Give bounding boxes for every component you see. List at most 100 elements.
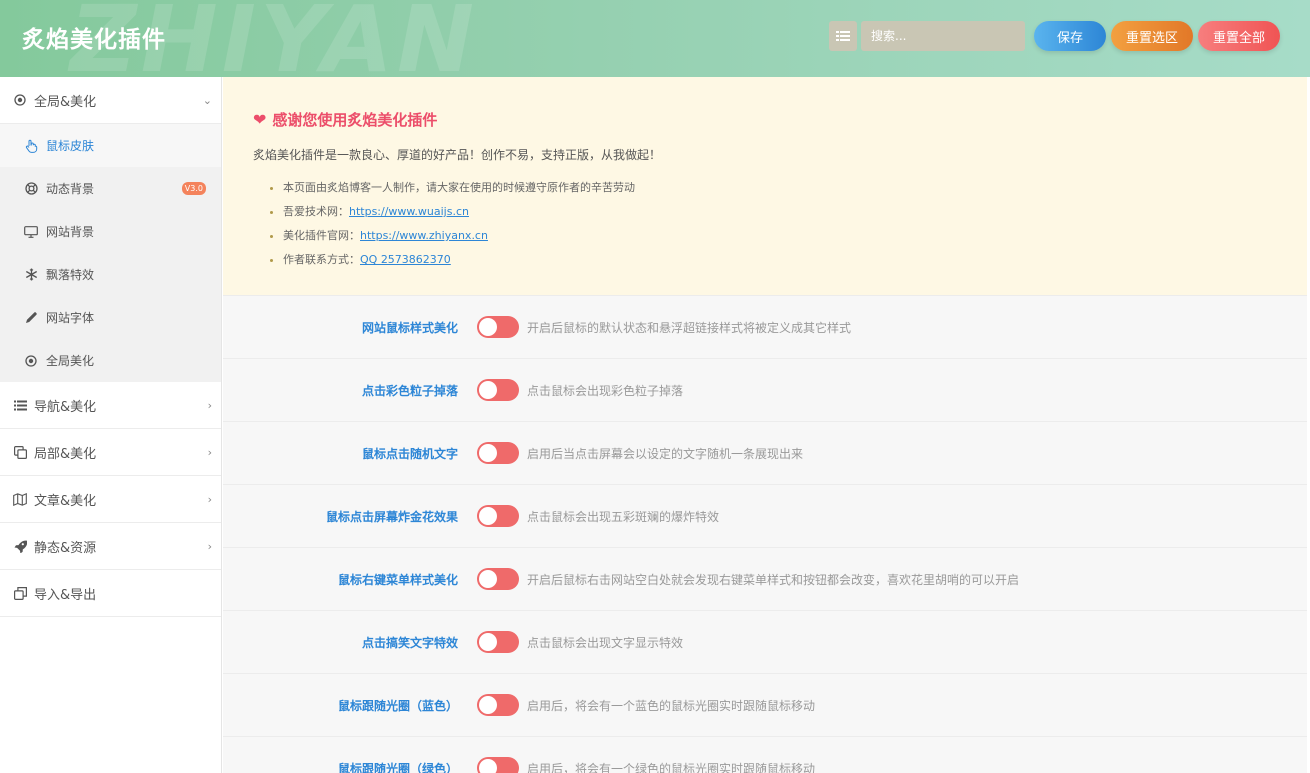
- header-toolbar: 保存 重置选区 重置全部: [829, 21, 1280, 51]
- toggle-knob: [479, 381, 497, 399]
- notice-panel: ❤ 感谢您使用炙焰美化插件 炙焰美化插件是一款良心、厚道的好产品！创作不易，支持…: [223, 77, 1307, 296]
- sidebar-item-label: 网站字体: [46, 311, 95, 325]
- notice-item: 本页面由炙焰博客一人制作，请大家在使用的时候遵守原作者的辛苦劳动: [283, 176, 1307, 200]
- setting-label: 鼠标点击屏幕炸金花效果: [325, 509, 458, 524]
- qq-contact-link[interactable]: QQ 2573862370: [360, 253, 451, 266]
- sidebar-section-nav[interactable]: 导航&美化 ›: [0, 382, 221, 429]
- snowflake-icon: [24, 268, 38, 281]
- setting-description: 开启后鼠标的默认状态和悬浮超链接样式将被定义成其它样式: [527, 320, 852, 335]
- sidebar-section-global[interactable]: 全局&美化 ⌄: [0, 77, 221, 124]
- sidebar-item-label: 网站背景: [46, 225, 95, 239]
- setting-row: 鼠标跟随光圈（蓝色） 启用后，将会有一个蓝色的鼠标光圈实时跟随鼠标移动: [223, 674, 1307, 737]
- setting-toggle[interactable]: [477, 316, 519, 338]
- setting-description: 点击鼠标会出现彩色粒子掉落: [527, 383, 684, 398]
- chevron-right-icon: ›: [207, 398, 212, 412]
- toggle-knob: [479, 444, 497, 462]
- toggle-knob: [479, 633, 497, 651]
- notice-item: 美化插件官网：https://www.zhiyanx.cn: [283, 224, 1307, 248]
- toggle-knob: [479, 759, 497, 773]
- search-input[interactable]: [871, 29, 1015, 43]
- toggle-knob: [479, 696, 497, 714]
- heart-icon: ❤: [253, 110, 267, 129]
- sidebar-section-partial[interactable]: 局部&美化 ›: [0, 429, 221, 476]
- setting-toggle[interactable]: [477, 631, 519, 653]
- setting-row: 鼠标点击屏幕炸金花效果 点击鼠标会出现五彩斑斓的爆炸特效: [223, 485, 1307, 548]
- setting-label: 鼠标点击随机文字: [361, 446, 458, 461]
- setting-label: 点击搞笑文字特效: [361, 635, 458, 650]
- setting-label: 网站鼠标样式美化: [361, 320, 458, 335]
- copy-icon: [12, 445, 28, 459]
- life-ring-icon: [24, 182, 38, 195]
- sidebar-item-mouse-skin[interactable]: 鼠标皮肤: [0, 124, 221, 167]
- setting-label: 鼠标跟随光圈（蓝色）: [337, 698, 458, 713]
- list-icon: [836, 31, 850, 41]
- rocket-icon: [12, 540, 28, 553]
- sidebar-section-article[interactable]: 文章&美化 ›: [0, 476, 221, 523]
- setting-label: 点击彩色粒子掉落: [361, 383, 458, 398]
- toggle-knob: [479, 318, 497, 336]
- notice-item: 吾爱技术网：https://www.wuaijs.cn: [283, 200, 1307, 224]
- notice-title: ❤ 感谢您使用炙焰美化插件: [253, 109, 1307, 130]
- hand-pointer-icon: [24, 139, 38, 153]
- notice-intro: 炙焰美化插件是一款良心、厚道的好产品！创作不易，支持正版，从我做起！: [253, 148, 662, 162]
- notice-item-text: 吾爱技术网：: [283, 205, 349, 218]
- notice-title-text: 感谢您使用炙焰美化插件: [272, 111, 438, 129]
- setting-toggle[interactable]: [477, 568, 519, 590]
- setting-description: 启用后当点击屏幕会以设定的文字随机一条展现出来: [527, 446, 804, 461]
- toggle-knob: [479, 570, 497, 588]
- sidebar-item-label: 飘落特效: [46, 268, 95, 282]
- toggle-knob: [479, 507, 497, 525]
- sidebar-item-dynamic-bg[interactable]: 动态背景 V3.0: [0, 167, 221, 210]
- setting-toggle[interactable]: [477, 505, 519, 527]
- setting-row: 网站鼠标样式美化 开启后鼠标的默认状态和悬浮超链接样式将被定义成其它样式: [223, 296, 1307, 359]
- sidebar-item-falling-effect[interactable]: 飘落特效: [0, 253, 221, 296]
- sidebar-item-label: 鼠标皮肤: [46, 139, 95, 153]
- setting-row: 鼠标点击随机文字 启用后当点击屏幕会以设定的文字随机一条展现出来: [223, 422, 1307, 485]
- setting-label: 鼠标跟随光圈（绿色）: [337, 761, 458, 773]
- setting-toggle[interactable]: [477, 442, 519, 464]
- notice-item-text: 美化插件官网：: [283, 229, 360, 242]
- save-button[interactable]: 保存: [1034, 21, 1106, 51]
- setting-description: 开启后鼠标右击网站空白处就会发现右键菜单样式和按钮都会改变，喜欢花里胡哨的可以开…: [527, 572, 1020, 587]
- sidebar: 全局&美化 ⌄ 鼠标皮肤 动态背景 V3.0 网站背景 飘落特效 网站字体 全局…: [0, 77, 222, 773]
- reset-all-button[interactable]: 重置全部: [1198, 21, 1280, 51]
- setting-toggle[interactable]: [477, 694, 519, 716]
- circle-dot-icon: [24, 354, 38, 367]
- setting-row: 鼠标右键菜单样式美化 开启后鼠标右击网站空白处就会发现右键菜单样式和按钮都会改变…: [223, 548, 1307, 611]
- notice-item-text: 作者联系方式：: [283, 253, 360, 266]
- notice-item: 作者联系方式：QQ 2573862370: [283, 248, 1307, 272]
- sidebar-item-label: 全局美化: [46, 354, 95, 368]
- chevron-right-icon: ›: [207, 539, 212, 553]
- setting-description: 启用后，将会有一个绿色的鼠标光圈实时跟随鼠标移动: [527, 761, 816, 773]
- setting-toggle[interactable]: [477, 757, 519, 773]
- expand-menu-button[interactable]: [829, 21, 857, 51]
- sidebar-section-import-export[interactable]: 导入&导出: [0, 570, 221, 617]
- sidebar-section-label: 局部&美化: [34, 446, 97, 462]
- main-content: ❤ 感谢您使用炙焰美化插件 炙焰美化插件是一款良心、厚道的好产品！创作不易，支持…: [223, 77, 1307, 773]
- setting-row: 鼠标跟随光圈（绿色） 启用后，将会有一个绿色的鼠标光圈实时跟随鼠标移动: [223, 737, 1307, 773]
- sidebar-subitems: 鼠标皮肤 动态背景 V3.0 网站背景 飘落特效 网站字体 全局美化: [0, 124, 221, 382]
- monitor-icon: [24, 225, 38, 238]
- chevron-right-icon: ›: [207, 492, 212, 506]
- setting-label: 鼠标右键菜单样式美化: [337, 572, 458, 587]
- sidebar-item-site-bg[interactable]: 网站背景: [0, 210, 221, 253]
- sidebar-item-site-font[interactable]: 网站字体: [0, 296, 221, 339]
- pencil-icon: [24, 311, 38, 324]
- search-box: [861, 21, 1025, 51]
- sidebar-section-static[interactable]: 静态&资源 ›: [0, 523, 221, 570]
- zhiyanx-link[interactable]: https://www.zhiyanx.cn: [360, 229, 488, 242]
- setting-row: 点击搞笑文字特效 点击鼠标会出现文字显示特效: [223, 611, 1307, 674]
- reset-section-button[interactable]: 重置选区: [1111, 21, 1193, 51]
- map-icon: [12, 492, 28, 506]
- sidebar-item-label: 动态背景: [46, 182, 95, 196]
- setting-description: 点击鼠标会出现文字显示特效: [527, 635, 684, 650]
- wuaijs-link[interactable]: https://www.wuaijs.cn: [349, 205, 469, 218]
- sidebar-section-label: 静态&资源: [34, 540, 97, 556]
- copy-icon: [12, 586, 28, 600]
- header-bar: ZHIYAN 炙焰美化插件 保存 重置选区 重置全部: [0, 0, 1310, 77]
- chevron-right-icon: ›: [207, 445, 212, 459]
- sidebar-item-global-beautify[interactable]: 全局美化: [0, 339, 221, 382]
- sidebar-section-label: 全局&美化: [34, 94, 97, 110]
- setting-description: 启用后，将会有一个蓝色的鼠标光圈实时跟随鼠标移动: [527, 698, 816, 713]
- setting-toggle[interactable]: [477, 379, 519, 401]
